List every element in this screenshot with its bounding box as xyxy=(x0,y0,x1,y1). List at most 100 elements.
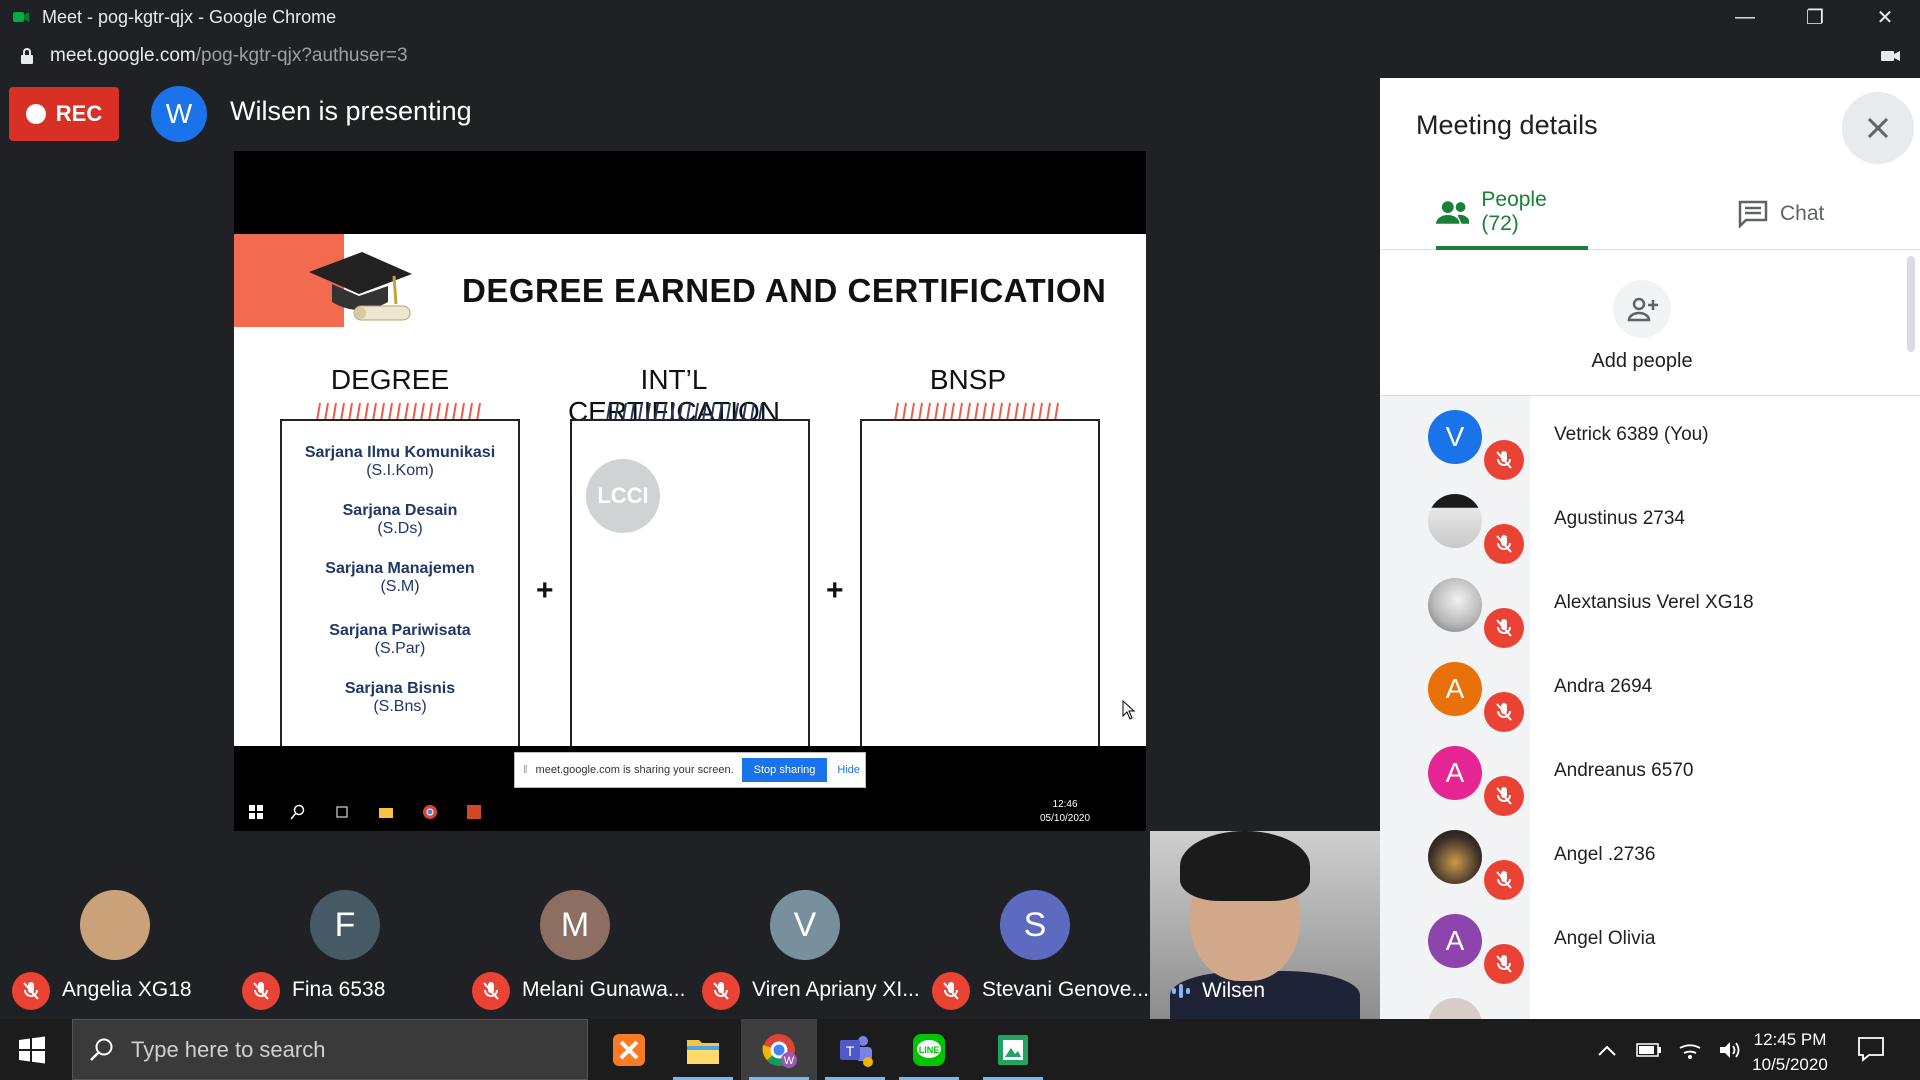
meeting-details-panel: Meeting details People (72) Chat Add peo… xyxy=(1380,78,1920,1019)
muted-mic-icon xyxy=(932,972,970,1010)
volume-icon[interactable] xyxy=(1718,1040,1742,1060)
degree-abbr: (S.M) xyxy=(380,578,420,595)
search-placeholder: Type here to search xyxy=(131,1036,326,1062)
taskbar-app-line[interactable]: LINE xyxy=(891,1019,967,1080)
degree-item: Sarjana Pariwisata (S.Par) xyxy=(280,622,520,658)
minimize-button[interactable]: — xyxy=(1710,0,1780,34)
person-avatar xyxy=(1428,494,1482,548)
tab-people[interactable]: People (72) xyxy=(1436,178,1588,250)
muted-mic-icon xyxy=(1484,440,1524,480)
participant-tile[interactable]: S Stevani Genove... xyxy=(920,890,1150,1022)
taskbar-search-box[interactable]: Type here to search xyxy=(72,1019,588,1080)
degree-name: Sarjana Manajemen xyxy=(325,560,475,577)
file-explorer-icon xyxy=(379,808,393,818)
windows-start-icon[interactable] xyxy=(18,1036,46,1064)
task-view-icon xyxy=(336,806,348,818)
people-list-scrollbar[interactable] xyxy=(1907,256,1915,352)
chevron-up-icon[interactable] xyxy=(1596,1043,1618,1057)
system-tray xyxy=(1596,1019,1742,1080)
windows-start-icon xyxy=(249,805,263,819)
list-item[interactable]: A Andra 2694 xyxy=(1380,648,1904,732)
panel-tabs: People (72) Chat xyxy=(1380,178,1920,250)
search-icon xyxy=(90,1038,113,1061)
xampp-icon xyxy=(613,1033,645,1066)
muted-mic-icon xyxy=(1484,944,1524,984)
address-bar[interactable]: meet.google.com/pog-kgtr-qjx?authuser=3 xyxy=(0,34,1920,78)
list-item[interactable] xyxy=(1380,984,1904,1019)
taskbar-app-teams[interactable]: T xyxy=(817,1019,893,1080)
muted-mic-icon xyxy=(12,972,50,1010)
drag-handle-icon[interactable]: ‖ xyxy=(523,764,528,776)
taskbar-app-file-explorer[interactable] xyxy=(665,1019,741,1080)
shared-screen-time: 12:46 xyxy=(1052,799,1078,810)
video-person-hair xyxy=(1180,831,1310,901)
column-heading-bnsp: BNSP xyxy=(929,364,1007,395)
battery-icon[interactable] xyxy=(1636,1042,1662,1058)
participant-tile[interactable]: F Fina 6538 xyxy=(230,890,460,1022)
taskbar-app-chrome[interactable]: W xyxy=(741,1019,817,1080)
add-people-label: Add people xyxy=(1591,350,1693,372)
participant-name: Stevani Genove... xyxy=(982,978,1149,1001)
hide-share-bar-link[interactable]: Hide xyxy=(837,764,860,776)
presentation-slide: DEGREE EARNED AND CERTIFICATION DEGREE I… xyxy=(234,234,1146,746)
add-people-button[interactable]: Add people xyxy=(1380,250,1920,396)
svg-text:W: W xyxy=(784,1055,795,1067)
line-icon: LINE xyxy=(913,1033,945,1066)
degree-abbr: (S.I.Kom) xyxy=(366,462,434,479)
participant-tile[interactable]: V Viren Apriany XI... xyxy=(690,890,920,1022)
camera-in-use-icon[interactable] xyxy=(1880,46,1902,66)
chrome-icon xyxy=(423,805,437,819)
tab-chat[interactable]: Chat xyxy=(1738,178,1824,250)
wifi-icon[interactable] xyxy=(1678,1040,1702,1060)
people-list: V Vetrick 6389 (You) Agustinus 2734 Alex… xyxy=(1380,396,1904,1019)
tab-people-label: People (72) xyxy=(1481,188,1547,235)
muted-mic-icon xyxy=(1484,608,1524,648)
taskbar-clock[interactable]: 12:45 PM 10/5/2020 xyxy=(1740,1027,1840,1077)
people-icon xyxy=(1436,201,1470,224)
powerpoint-icon xyxy=(467,805,481,819)
participant-tile[interactable]: Angelia XG18 xyxy=(0,890,230,1022)
list-item[interactable]: Angel .2736 xyxy=(1380,816,1904,900)
recording-indicator: REC xyxy=(9,87,119,141)
muted-mic-icon xyxy=(1484,524,1524,564)
list-item[interactable]: Alextansius Verel XG18 xyxy=(1380,564,1904,648)
svg-text:LINE: LINE xyxy=(919,1045,940,1055)
person-name: Angel Olivia xyxy=(1554,928,1656,949)
participant-name: Angelia XG18 xyxy=(62,978,192,1001)
muted-mic-icon xyxy=(1484,860,1524,900)
list-item[interactable]: A Angel Olivia xyxy=(1380,900,1904,984)
close-icon: ✕ xyxy=(1876,6,1894,29)
list-item[interactable]: V Vetrick 6389 (You) xyxy=(1380,396,1904,480)
degree-abbr: (S.Par) xyxy=(374,640,426,657)
taskbar-app-xampp[interactable] xyxy=(591,1019,667,1080)
muted-mic-icon xyxy=(242,972,280,1010)
degree-abbr: (S.Bns) xyxy=(373,698,427,715)
restore-icon: ❐ xyxy=(1806,6,1824,29)
degree-abbr: (S.Ds) xyxy=(377,520,423,537)
minimize-icon: — xyxy=(1735,5,1755,28)
restore-button[interactable]: ❐ xyxy=(1780,0,1850,34)
participant-name: Viren Apriany XI... xyxy=(752,978,920,1001)
url-text[interactable]: meet.google.com/pog-kgtr-qjx?authuser=3 xyxy=(50,45,408,67)
record-dot-icon xyxy=(25,104,46,124)
image-app-icon xyxy=(998,1034,1028,1065)
list-item[interactable]: Agustinus 2734 xyxy=(1380,480,1904,564)
close-panel-button[interactable] xyxy=(1842,92,1914,164)
close-window-button[interactable]: ✕ xyxy=(1850,0,1920,34)
stop-sharing-button[interactable]: Stop sharing xyxy=(741,758,828,782)
url-path: /pog-kgtr-qjx?authuser=3 xyxy=(195,45,408,66)
degree-item: Sarjana Ilmu Komunikasi (S.I.Kom) xyxy=(280,444,520,480)
presenter-avatar: W xyxy=(151,86,207,142)
taskbar-time: 12:45 PM xyxy=(1753,1030,1827,1049)
presenter-video-tile[interactable]: Wilsen xyxy=(1150,831,1380,1021)
taskbar-app-image-viewer[interactable] xyxy=(975,1019,1051,1080)
bnsp-box xyxy=(860,419,1100,746)
list-item[interactable]: A Andreanus 6570 xyxy=(1380,732,1904,816)
graduation-cap-icon xyxy=(309,252,412,321)
person-avatar: A xyxy=(1428,914,1482,968)
mouse-cursor-icon xyxy=(1122,700,1136,720)
participant-tile[interactable]: M Melani Gunawa... xyxy=(460,890,690,1022)
notifications-icon[interactable] xyxy=(1857,1036,1885,1062)
participant-avatar: M xyxy=(540,890,610,960)
person-name: Andra 2694 xyxy=(1554,676,1653,697)
